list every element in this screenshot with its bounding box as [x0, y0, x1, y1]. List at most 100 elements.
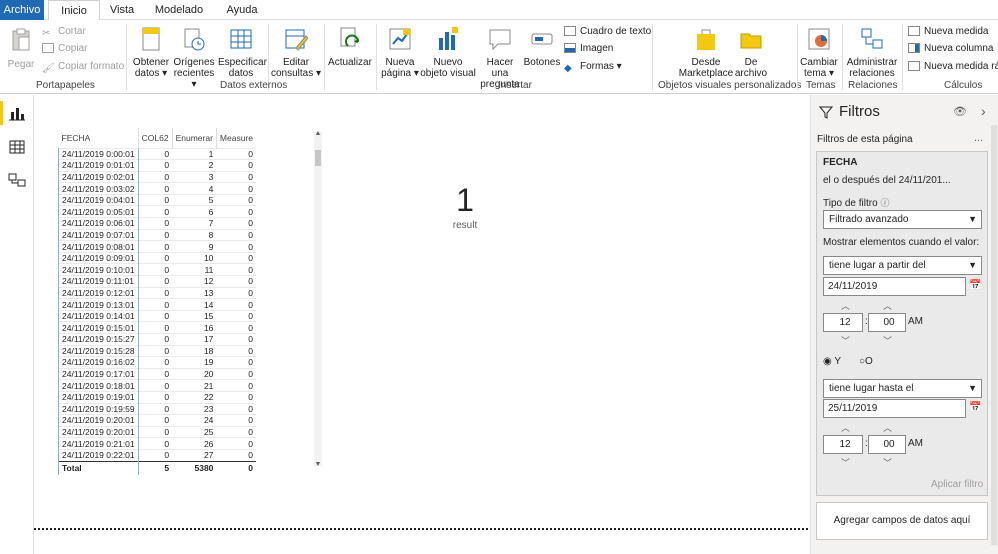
hour-1-input[interactable]: 12: [823, 313, 863, 332]
data-view-icon[interactable]: [8, 139, 26, 155]
imagen-button[interactable]: Imagen: [564, 41, 613, 57]
table-row[interactable]: 24/11/2019 0:00:01 0 1 0: [58, 147, 256, 160]
table-visual[interactable]: FECHA COL62 Enumerar Measure 24/11/2019 …: [58, 128, 322, 478]
table-scrollbar[interactable]: ▲ ▼: [314, 130, 322, 468]
column-header[interactable]: Measure: [216, 128, 256, 148]
or-radio[interactable]: ○O: [859, 356, 873, 367]
filter-type-dropdown[interactable]: Filtrado avanzado ▼: [823, 210, 982, 229]
apply-filter-button[interactable]: Aplicar filtro: [837, 479, 983, 490]
collapse-pane-icon[interactable]: ›: [981, 103, 986, 119]
and-radio[interactable]: ◉ Y: [823, 356, 841, 367]
scroll-down-icon[interactable]: ▼: [314, 461, 322, 468]
table-row[interactable]: 24/11/2019 0:21:01 0 26 0: [58, 437, 256, 450]
date-2-input[interactable]: 25/11/2019: [823, 399, 966, 418]
pegar-button[interactable]: Pegar: [6, 28, 36, 70]
table-row[interactable]: 24/11/2019 0:05:01 0 6 0: [58, 205, 256, 218]
origenes-recientes-button[interactable]: Orígenes recientes ▾: [172, 26, 216, 90]
minute-1-input[interactable]: 00: [868, 313, 906, 332]
formas-button[interactable]: ◆ Formas ▾: [564, 59, 622, 75]
column-header[interactable]: Enumerar: [172, 128, 217, 148]
table-row[interactable]: 24/11/2019 0:11:01 0 12 0: [58, 275, 256, 288]
calendar-icon[interactable]: 📅: [969, 402, 981, 413]
hour-down-icon[interactable]: ﹀: [841, 334, 850, 347]
minute-2-input[interactable]: 00: [868, 435, 906, 454]
desde-marketplace-button[interactable]: Desde Marketplace: [678, 26, 734, 79]
copiar-formato-button[interactable]: 🖌 Copiar formato: [42, 59, 124, 75]
minute-down-icon[interactable]: ﹀: [883, 456, 892, 469]
add-fields-dropzone[interactable]: Agregar campos de datos aquí: [816, 502, 988, 540]
especificar-datos-button[interactable]: Especificar datos: [218, 26, 267, 79]
hour-down-icon[interactable]: ﹀: [841, 456, 850, 469]
tab-archivo[interactable]: Archivo: [0, 0, 44, 20]
table-cell: 0: [138, 356, 173, 369]
table-row[interactable]: 24/11/2019 0:20:01 0 24 0: [58, 414, 256, 427]
total-cell: 5: [138, 460, 173, 476]
cambiar-tema-button[interactable]: Cambiar tema ▾: [800, 26, 838, 79]
calendar-icon[interactable]: 📅: [969, 280, 981, 291]
eye-icon[interactable]: 👁: [953, 105, 967, 118]
hour-up-icon[interactable]: ︿: [841, 299, 850, 312]
condition-1-dropdown[interactable]: tiene lugar a partir del ▼: [823, 256, 982, 275]
table-row[interactable]: 24/11/2019 0:19:59 0 23 0: [58, 402, 256, 415]
nueva-medida-rapida-button[interactable]: Nueva medida ráp: [908, 59, 998, 75]
table-row[interactable]: 24/11/2019 0:09:01 0 10 0: [58, 251, 256, 264]
table-row[interactable]: 24/11/2019 0:10:01 0 11 0: [58, 263, 256, 276]
editar-consultas-button[interactable]: Editar consultas ▾: [270, 26, 322, 79]
tab-modelado[interactable]: Modelado: [148, 0, 210, 20]
table-row[interactable]: 24/11/2019 0:01:01 0 2 0: [58, 159, 256, 172]
more-options-icon[interactable]: ...: [974, 132, 983, 144]
administrar-relaciones-button[interactable]: Administrar relaciones: [845, 26, 899, 79]
nueva-pagina-button[interactable]: Nueva página ▾: [380, 26, 420, 79]
tab-vista[interactable]: Vista: [104, 0, 140, 20]
nueva-medida-rapida-label: Nueva medida ráp: [924, 61, 998, 72]
cuadro-texto-button[interactable]: Cuadro de texto: [564, 24, 651, 40]
copiar-button[interactable]: Copiar: [42, 41, 87, 57]
table-row[interactable]: 24/11/2019 0:15:01 0 16 0: [58, 321, 256, 334]
minute-up-icon[interactable]: ︿: [883, 421, 892, 434]
hour-up-icon[interactable]: ︿: [841, 421, 850, 434]
nueva-medida-button[interactable]: Nueva medida: [908, 24, 988, 40]
obtener-datos-button[interactable]: Obtener datos ▾: [131, 26, 171, 79]
table-row[interactable]: 24/11/2019 0:02:01 0 3 0: [58, 170, 256, 183]
card-visual[interactable]: 1 result: [430, 180, 500, 250]
tab-inicio[interactable]: Inicio: [48, 0, 100, 21]
table-row[interactable]: 24/11/2019 0:18:01 0 21 0: [58, 379, 256, 392]
table-row[interactable]: 24/11/2019 0:15:27 0 17 0: [58, 333, 256, 346]
table-cell: 0: [216, 193, 256, 206]
column-header[interactable]: FECHA: [58, 128, 139, 148]
de-archivo-button[interactable]: De archivo: [734, 26, 768, 79]
scroll-up-icon[interactable]: ▲: [314, 130, 322, 137]
condition-2-dropdown[interactable]: tiene lugar hasta el ▼: [823, 379, 982, 398]
minute-up-icon[interactable]: ︿: [883, 299, 892, 312]
table-row[interactable]: 24/11/2019 0:04:01 0 5 0: [58, 193, 256, 206]
model-view-icon[interactable]: [8, 172, 26, 188]
minute-down-icon[interactable]: ﹀: [883, 334, 892, 347]
column-header[interactable]: COL62: [138, 128, 173, 148]
hour-2-input[interactable]: 12: [823, 435, 863, 454]
table-row[interactable]: 24/11/2019 0:22:01 0 27 0: [58, 448, 256, 462]
report-view-icon[interactable]: [8, 105, 26, 121]
table-row[interactable]: 24/11/2019 0:14:01 0 15 0: [58, 309, 256, 322]
table-row[interactable]: 24/11/2019 0:20:01 0 25 0: [58, 425, 256, 438]
ampm-2[interactable]: AM: [908, 438, 923, 449]
tab-ayuda[interactable]: Ayuda: [222, 0, 262, 20]
table-row[interactable]: 24/11/2019 0:17:01 0 20 0: [58, 367, 256, 380]
table-row[interactable]: 24/11/2019 0:08:01 0 9 0: [58, 240, 256, 253]
table-row[interactable]: 24/11/2019 0:13:01 0 14 0: [58, 298, 256, 311]
actualizar-button[interactable]: Actualizar: [327, 26, 373, 68]
nueva-columna-button[interactable]: Nueva columna: [908, 41, 993, 57]
table-row[interactable]: 24/11/2019 0:12:01 0 13 0: [58, 286, 256, 299]
table-row[interactable]: 24/11/2019 0:06:01 0 7 0: [58, 217, 256, 230]
table-row[interactable]: 24/11/2019 0:07:01 0 8 0: [58, 228, 256, 241]
table-row[interactable]: 24/11/2019 0:19:01 0 22 0: [58, 390, 256, 404]
ampm-1[interactable]: AM: [908, 316, 923, 327]
pane-scrollbar[interactable]: [991, 125, 997, 545]
table-row[interactable]: 24/11/2019 0:16:02 0 19 0: [58, 356, 256, 369]
table-row[interactable]: 24/11/2019 0:15:28 0 18 0: [58, 344, 256, 357]
botones-button[interactable]: Botones: [523, 26, 561, 68]
nuevo-objeto-visual-button[interactable]: Nuevo objeto visual: [420, 26, 476, 79]
cortar-button[interactable]: ✂ Cortar: [42, 24, 86, 40]
table-row[interactable]: 24/11/2019 0:03:02 0 4 0: [58, 182, 256, 195]
scrollbar-thumb[interactable]: [315, 150, 321, 166]
date-1-input[interactable]: 24/11/2019: [823, 277, 966, 296]
